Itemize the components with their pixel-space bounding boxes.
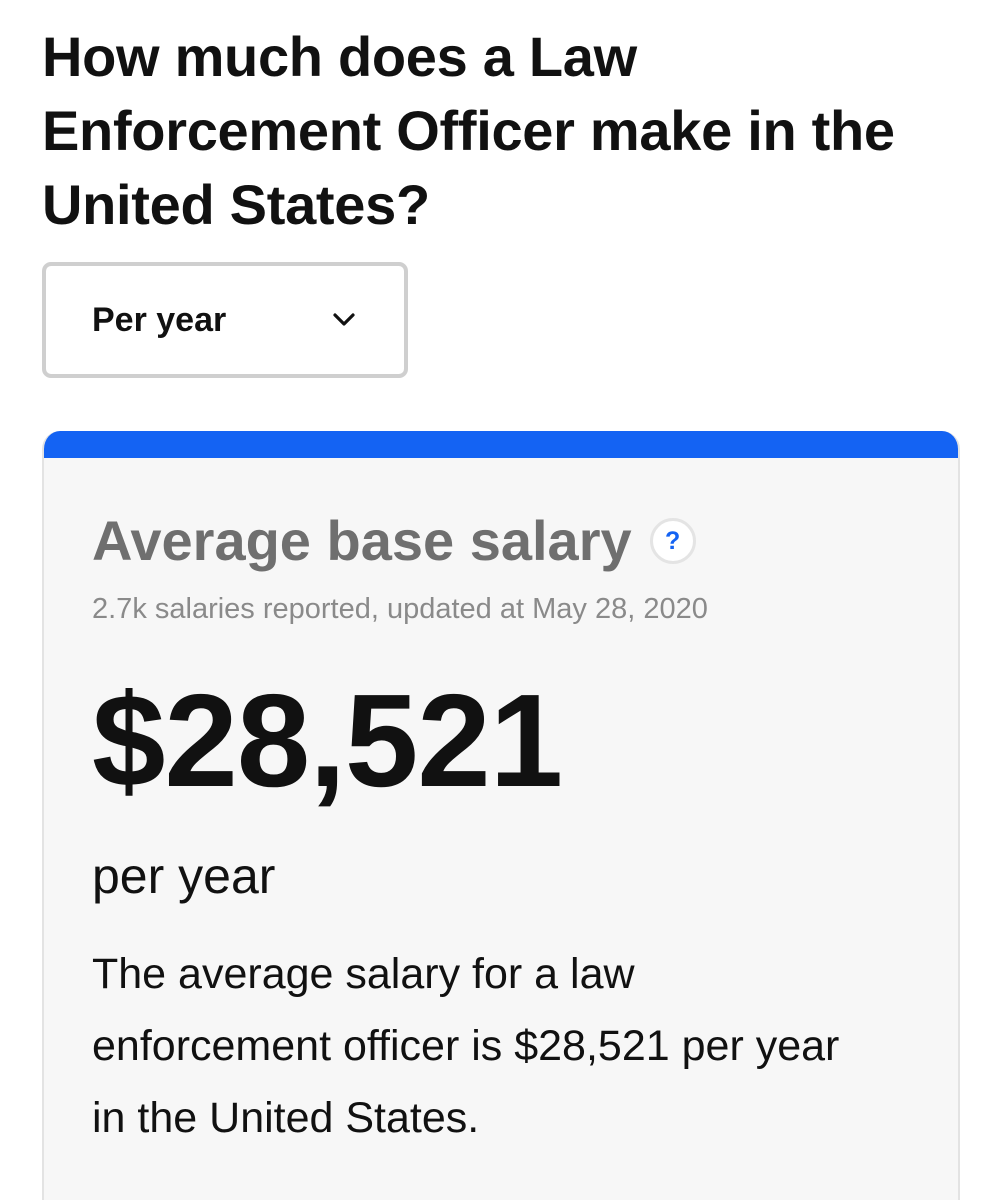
card-accent-bar: [44, 431, 958, 458]
salary-amount: $28,521: [92, 667, 563, 814]
pay-period-selected-value: Per year: [92, 300, 227, 339]
pay-period-dropdown[interactable]: Per year: [42, 262, 408, 378]
page-title: How much does a Law Enforcement Officer …: [42, 25, 895, 236]
average-salary-heading: Average base salary: [92, 509, 632, 572]
salary-description: The average salary for a law enforcement…: [92, 950, 840, 1142]
question-mark-icon[interactable]: ?: [649, 518, 696, 564]
card-heading-row: Average base salary ?: [92, 506, 912, 576]
salary-period: per year: [92, 848, 276, 904]
salary-page: How much does a Law Enforcement Officer …: [0, 0, 999, 1200]
average-salary-card: Average base salary ? 2.7k salaries repo…: [42, 431, 960, 1200]
card-body: Average base salary ? 2.7k salaries repo…: [44, 458, 958, 1154]
chevron-down-icon: [333, 313, 355, 326]
salaries-reported-meta: 2.7k salaries reported, updated at May 2…: [92, 593, 708, 625]
